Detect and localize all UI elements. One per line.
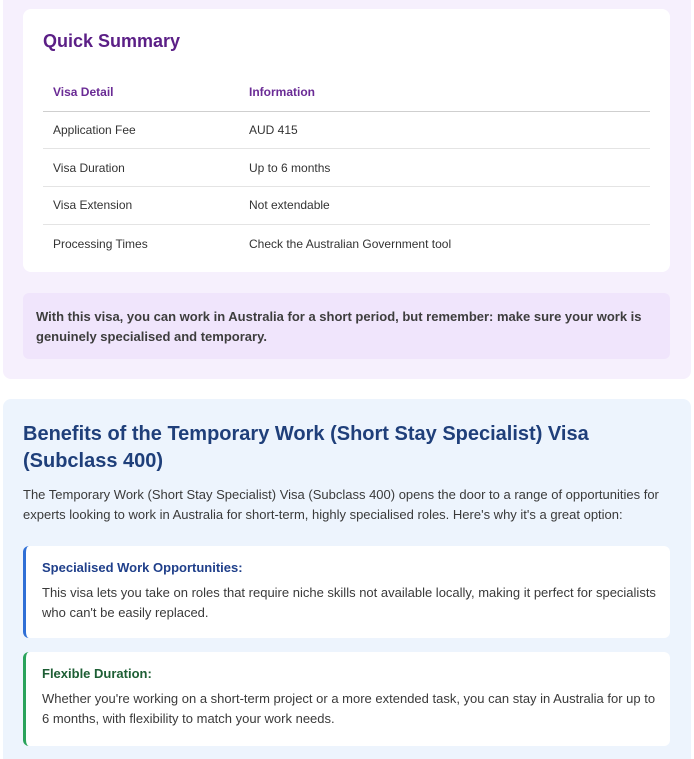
benefits-title: Benefits of the Temporary Work (Short St… [23,423,589,472]
benefits-section: Benefits of the Temporary Work (Short St… [3,399,691,759]
benefit-heading: Specialised Work Opportunities: [42,560,243,575]
table-cell-value: AUD 415 [249,123,298,138]
table-row: Visa Extension Not extendable [43,187,650,225]
table-header-information: Information [249,85,315,100]
quick-summary-title: Quick Summary [43,31,181,51]
table-row: Visa Duration Up to 6 months [43,149,650,188]
table-header-row: Visa Detail Information [43,74,650,112]
summary-note: With this visa, you can work in Australi… [23,293,670,359]
benefit-text: Whether you're working on a short-term p… [42,691,656,726]
table-row: Application Fee AUD 415 [43,112,650,150]
table-cell-label: Processing Times [53,236,148,251]
table-cell-label: Visa Duration [53,160,125,175]
table-cell-value: Not extendable [249,198,330,213]
benefit-heading: Flexible Duration: [42,666,152,681]
table-header-visa-detail: Visa Detail [53,85,114,100]
table-cell-value: Check the Australian Government tool [249,236,452,251]
benefit-text: This visa lets you take on roles that re… [42,585,656,620]
quick-summary-section: Quick Summary Visa Detail Information Ap… [3,0,691,379]
table-cell-value: Up to 6 months [249,160,331,175]
benefit-card-specialised-work: Specialised Work Opportunities: This vis… [23,546,670,638]
table-cell-label: Application Fee [53,123,136,138]
summary-table: Visa Detail Information Application Fee … [43,74,650,262]
benefits-intro: The Temporary Work (Short Stay Specialis… [23,487,659,522]
quick-summary-card: Quick Summary Visa Detail Information Ap… [23,9,670,272]
benefit-card-flexible-duration: Flexible Duration: Whether you're workin… [23,652,670,746]
table-row: Processing Times Check the Australian Go… [43,225,650,263]
table-cell-label: Visa Extension [53,198,133,213]
